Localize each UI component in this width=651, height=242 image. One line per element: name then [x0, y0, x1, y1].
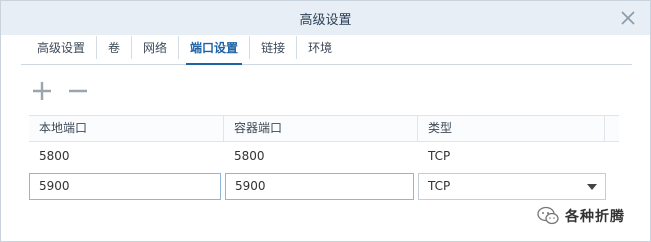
cell-type: TCP	[428, 149, 451, 163]
tab-environment[interactable]: 环境	[297, 36, 343, 59]
tab-advanced-settings[interactable]: 高级设置	[21, 36, 98, 59]
port-table: 本地端口 容器端口 类型 5800 5800 TCP 5900 5900 TCP	[29, 115, 619, 201]
dialog-title: 高级设置	[299, 13, 352, 28]
watermark-text: 各种折腾	[565, 209, 625, 225]
tab-links[interactable]: 链接	[250, 36, 298, 59]
minus-icon[interactable]	[67, 81, 89, 101]
type-select[interactable]: TCP	[418, 172, 606, 200]
table-header: 本地端口 容器端口 类型	[29, 115, 619, 142]
header-spacer	[605, 116, 619, 141]
header-local-port[interactable]: 本地端口	[29, 116, 224, 141]
tab-bar: 高级设置 卷 网络 端口设置 链接 环境	[21, 35, 632, 65]
container-port-input[interactable]: 5900	[225, 172, 414, 200]
table-edit-row: 5900 5900 TCP	[29, 171, 619, 201]
plus-icon[interactable]	[31, 81, 53, 101]
table-row[interactable]: 5800 5800 TCP	[29, 142, 619, 170]
close-icon[interactable]	[620, 10, 636, 26]
watermark: 各种折腾	[537, 204, 625, 228]
cell-container-port: 5800	[234, 149, 265, 163]
port-toolbar	[31, 81, 89, 101]
chevron-down-icon[interactable]	[587, 183, 597, 190]
tab-network[interactable]: 网络	[132, 36, 180, 59]
header-type[interactable]: 类型	[418, 116, 605, 141]
cell-local-port: 5800	[39, 149, 70, 163]
tab-volume[interactable]: 卷	[97, 36, 133, 59]
local-port-input[interactable]: 5900	[29, 172, 221, 200]
wechat-logo-icon	[537, 206, 559, 226]
header-container-port[interactable]: 容器端口	[224, 116, 418, 141]
type-select-value: TCP	[428, 178, 451, 193]
advanced-settings-dialog: 高级设置 高级设置 卷 网络 端口设置 链接 环境 本地端口 容器端口 类型 5…	[0, 0, 651, 242]
title-bar[interactable]: 高级设置	[1, 1, 650, 35]
tab-port-settings[interactable]: 端口设置	[179, 36, 251, 65]
